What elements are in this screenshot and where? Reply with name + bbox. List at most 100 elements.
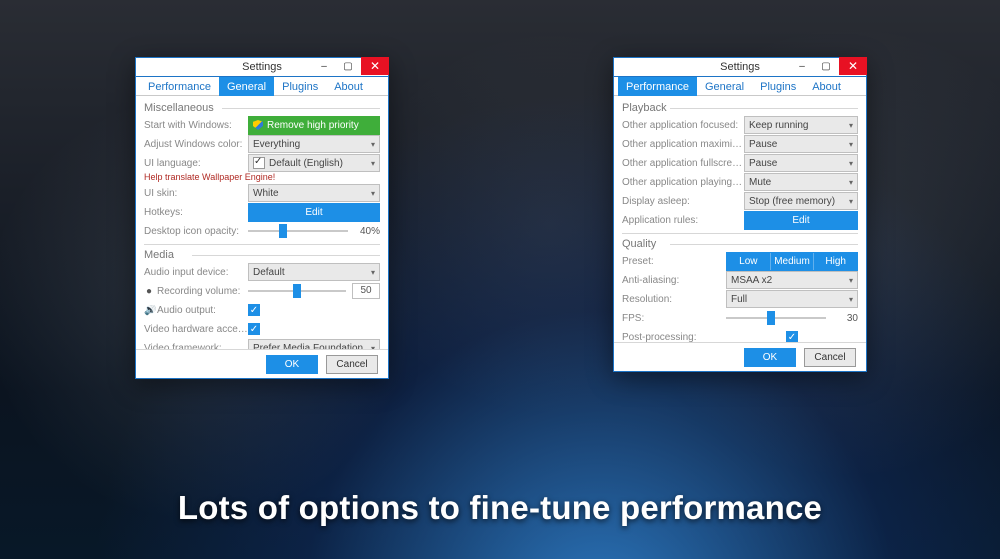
label-post-processing: Post-processing:	[622, 332, 726, 343]
speaker-icon: 🔊	[144, 305, 154, 316]
dropdown-value: Mute	[749, 177, 771, 188]
titlebar[interactable]: Settings – ▢ ✕	[136, 58, 388, 77]
checkmark-icon	[253, 157, 265, 169]
audio-output-checkbox[interactable]: ✓	[248, 304, 260, 316]
row-adjust-windows-color: Adjust Windows color: Everything▾	[144, 135, 380, 153]
label-desktop-icon-opacity: Desktop icon opacity:	[144, 226, 248, 237]
row-ui-language: UI language: Default (English)▾	[144, 154, 380, 172]
tab-plugins[interactable]: Plugins	[274, 77, 326, 96]
tab-plugins[interactable]: Plugins	[752, 77, 804, 96]
adjust-windows-color-dropdown[interactable]: Everything ▾	[248, 135, 380, 153]
ui-skin-dropdown[interactable]: White▾	[248, 184, 380, 202]
group-media: Media	[144, 249, 380, 261]
edit-hotkeys-button[interactable]: Edit	[248, 203, 380, 222]
label-audio-output: 🔊Audio output:	[144, 305, 248, 316]
row-post-processing: Post-processing: ✓	[622, 328, 858, 342]
preset-medium[interactable]: Medium	[770, 253, 814, 270]
row-start-with-windows: Start with Windows: Remove high priority	[144, 116, 380, 134]
ok-button[interactable]: OK	[744, 348, 796, 367]
tab-about[interactable]: About	[326, 77, 371, 96]
chevron-down-icon: ▾	[849, 121, 853, 130]
other-app-audio-dropdown[interactable]: Mute ▾	[744, 173, 858, 191]
tab-general[interactable]: General	[219, 77, 274, 96]
tab-general[interactable]: General	[697, 77, 752, 96]
tab-performance[interactable]: Performance	[140, 77, 219, 96]
other-app-fullscreen-dropdown[interactable]: Pause ▾	[744, 154, 858, 172]
dropdown-value: Pause	[749, 158, 777, 169]
marketing-caption: Lots of options to fine-tune performance	[0, 489, 1000, 527]
chevron-down-icon: ▾	[849, 276, 853, 285]
row-hw-accel: Video hardware acceleration: ✓	[144, 320, 380, 338]
dropdown-value: White	[253, 188, 279, 199]
tab-about[interactable]: About	[804, 77, 849, 96]
button-label: Remove high priority	[267, 120, 359, 131]
chevron-down-icon: ▾	[849, 295, 853, 304]
row-other-app-focused: Other application focused: Keep running ▾	[622, 116, 858, 134]
chevron-down-icon: ▾	[371, 268, 375, 277]
settings-pane: Playback Other application focused: Keep…	[614, 96, 866, 342]
other-app-maximized-dropdown[interactable]: Pause▾	[744, 135, 858, 153]
dropdown-value: Everything	[253, 139, 300, 150]
settings-window-general: Settings – ▢ ✕ Performance General Plugi…	[135, 57, 389, 379]
audio-input-dropdown[interactable]: Default▾	[248, 263, 380, 281]
row-anti-aliasing: Anti-aliasing: MSAA x2▾	[622, 271, 858, 289]
recording-volume-value[interactable]: 50	[352, 283, 380, 299]
row-video-framework: Video framework: Prefer Media Foundation…	[144, 339, 380, 349]
label-other-app-focused: Other application focused:	[622, 120, 744, 131]
row-other-app-fullscreen: Other application fullscreen: Pause▾	[622, 154, 858, 172]
microphone-icon: ●	[144, 286, 154, 297]
tab-bar: Performance General Plugins About	[136, 77, 388, 96]
ui-language-dropdown[interactable]: Default (English)▾	[248, 154, 380, 172]
edit-app-rules-button[interactable]: Edit	[744, 211, 858, 230]
row-resolution: Resolution: Full▾	[622, 290, 858, 308]
resolution-dropdown[interactable]: Full ▾	[726, 290, 858, 308]
divider	[144, 244, 380, 245]
anti-aliasing-dropdown[interactable]: MSAA x2 ▾	[726, 271, 858, 289]
dropdown-value: Stop (free memory)	[749, 196, 835, 207]
cancel-button[interactable]: Cancel	[804, 348, 856, 367]
help-translate-link[interactable]: Help translate Wallpaper Engine!	[144, 172, 380, 182]
row-preset: Preset: Low Medium High	[622, 252, 858, 270]
hw-accel-checkbox[interactable]: ✓	[248, 323, 260, 335]
preset-low[interactable]: Low	[727, 253, 770, 270]
dropdown-value: Full	[731, 294, 747, 305]
titlebar[interactable]: Settings – ▢ ✕	[614, 58, 866, 77]
preset-segmented[interactable]: Low Medium High	[726, 252, 858, 271]
tab-performance[interactable]: Performance	[618, 77, 697, 96]
display-asleep-dropdown[interactable]: Stop (free memory)▾	[744, 192, 858, 210]
label-display-asleep: Display asleep:	[622, 196, 744, 207]
group-quality: Quality	[622, 238, 858, 250]
row-ui-skin: UI skin: White▾	[144, 184, 380, 202]
row-desktop-icon-opacity: Desktop icon opacity: 40%	[144, 222, 380, 240]
shield-icon	[253, 120, 263, 130]
video-framework-dropdown[interactable]: Prefer Media Foundation▾	[248, 339, 380, 349]
row-other-app-maximized: Other application maximized: Pause▾	[622, 135, 858, 153]
chevron-down-icon: ▾	[849, 159, 853, 168]
other-app-focused-dropdown[interactable]: Keep running ▾	[744, 116, 858, 134]
dropdown-value: Keep running	[749, 120, 809, 131]
label-audio-input: Audio input device:	[144, 267, 248, 278]
settings-pane: Miscellaneous Start with Windows: Remove…	[136, 96, 388, 349]
preset-high[interactable]: High	[813, 253, 857, 270]
row-fps: FPS: 30	[622, 309, 858, 327]
fps-slider[interactable]	[726, 311, 826, 325]
tab-bar: Performance General Plugins About	[614, 77, 866, 96]
cancel-button[interactable]: Cancel	[326, 355, 378, 374]
remove-high-priority-button[interactable]: Remove high priority	[248, 116, 380, 135]
row-other-app-audio: Other application playing audio: Mute ▾	[622, 173, 858, 191]
recording-volume-slider[interactable]	[248, 284, 346, 298]
chevron-down-icon: ▾	[371, 344, 375, 350]
group-miscellaneous: Miscellaneous	[144, 102, 380, 114]
row-display-asleep: Display asleep: Stop (free memory)▾	[622, 192, 858, 210]
post-processing-checkbox[interactable]: ✓	[786, 331, 798, 342]
chevron-down-icon: ▾	[849, 178, 853, 187]
label-hw-accel: Video hardware acceleration:	[144, 324, 248, 335]
chevron-down-icon: ▾	[849, 140, 853, 149]
ok-button[interactable]: OK	[266, 355, 318, 374]
row-hotkeys: Hotkeys: Edit	[144, 203, 380, 221]
desktop-icon-opacity-slider[interactable]	[248, 224, 348, 238]
label-ui-skin: UI skin:	[144, 188, 248, 199]
dropdown-value: MSAA x2	[731, 275, 772, 286]
chevron-down-icon: ▾	[371, 140, 375, 149]
label-other-app-audio: Other application playing audio:	[622, 177, 744, 188]
